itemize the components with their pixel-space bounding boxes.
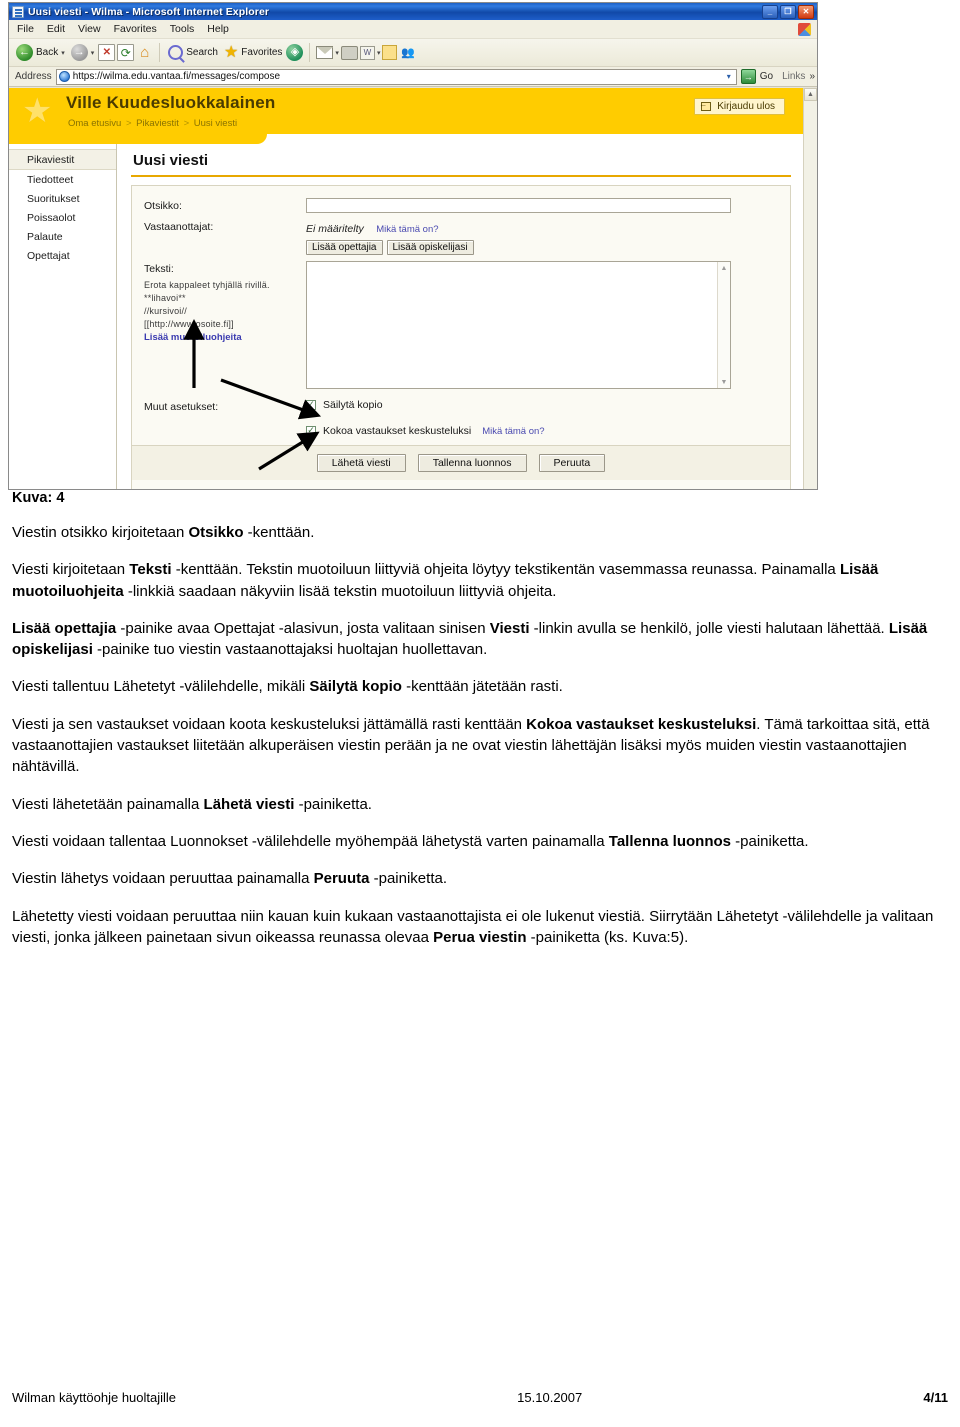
page-footer: Wilman käyttöohje huoltajille 15.10.2007…	[12, 1390, 948, 1405]
figure-caption: Kuva: 4	[12, 490, 65, 506]
footer-left-text: Wilman käyttöohje huoltajille	[12, 1390, 177, 1405]
footer-page-number: 4/11	[923, 1390, 948, 1405]
paragraph-5: Viesti ja sen vastaukset voidaan koota k…	[12, 715, 930, 776]
paragraph-2: Viesti kirjoitetaan Teksti -kenttään. Te…	[12, 561, 879, 600]
document-body: Kuva: 4 Viestin otsikko kirjoitetaan Ots…	[12, 490, 948, 964]
browser-window-screenshot: Uusi viesti - Wilma - Microsoft Internet…	[8, 2, 818, 490]
breadcrumb-separator-1: >	[125, 118, 132, 129]
page-root: Uusi viesti - Wilma - Microsoft Internet…	[0, 0, 960, 1427]
paragraph-9: Lähetetty viesti voidaan peruuttaa niin …	[12, 907, 934, 946]
annotation-arrows	[183, 319, 322, 471]
breadcrumb: Oma etusivu > Pikaviestit > Uusi viesti	[68, 118, 237, 129]
paragraph-1: Viestin otsikko kirjoitetaan Otsikko -ke…	[12, 524, 315, 541]
breadcrumb-item-home[interactable]: Oma etusivu	[68, 118, 121, 129]
breadcrumb-item-current: Uusi viesti	[193, 118, 238, 129]
paragraph-3: Lisää opettajia -painike avaa Opettajat …	[12, 619, 928, 659]
paragraph-4: Viesti tallentuu Lähetetyt -välilehdelle…	[12, 678, 563, 696]
footer-date: 15.10.2007	[517, 1390, 583, 1405]
breadcrumb-item-messages[interactable]: Pikaviestit	[136, 118, 179, 129]
paragraph-7: Viesti voidaan tallentaa Luonnokset -väl…	[12, 832, 809, 850]
breadcrumb-separator-2: >	[183, 118, 190, 129]
paragraph-8: Viestin lähetys voidaan peruuttaa painam…	[12, 870, 447, 888]
paragraph-6: Viesti lähetetään painamalla Lähetä vies…	[12, 795, 372, 813]
